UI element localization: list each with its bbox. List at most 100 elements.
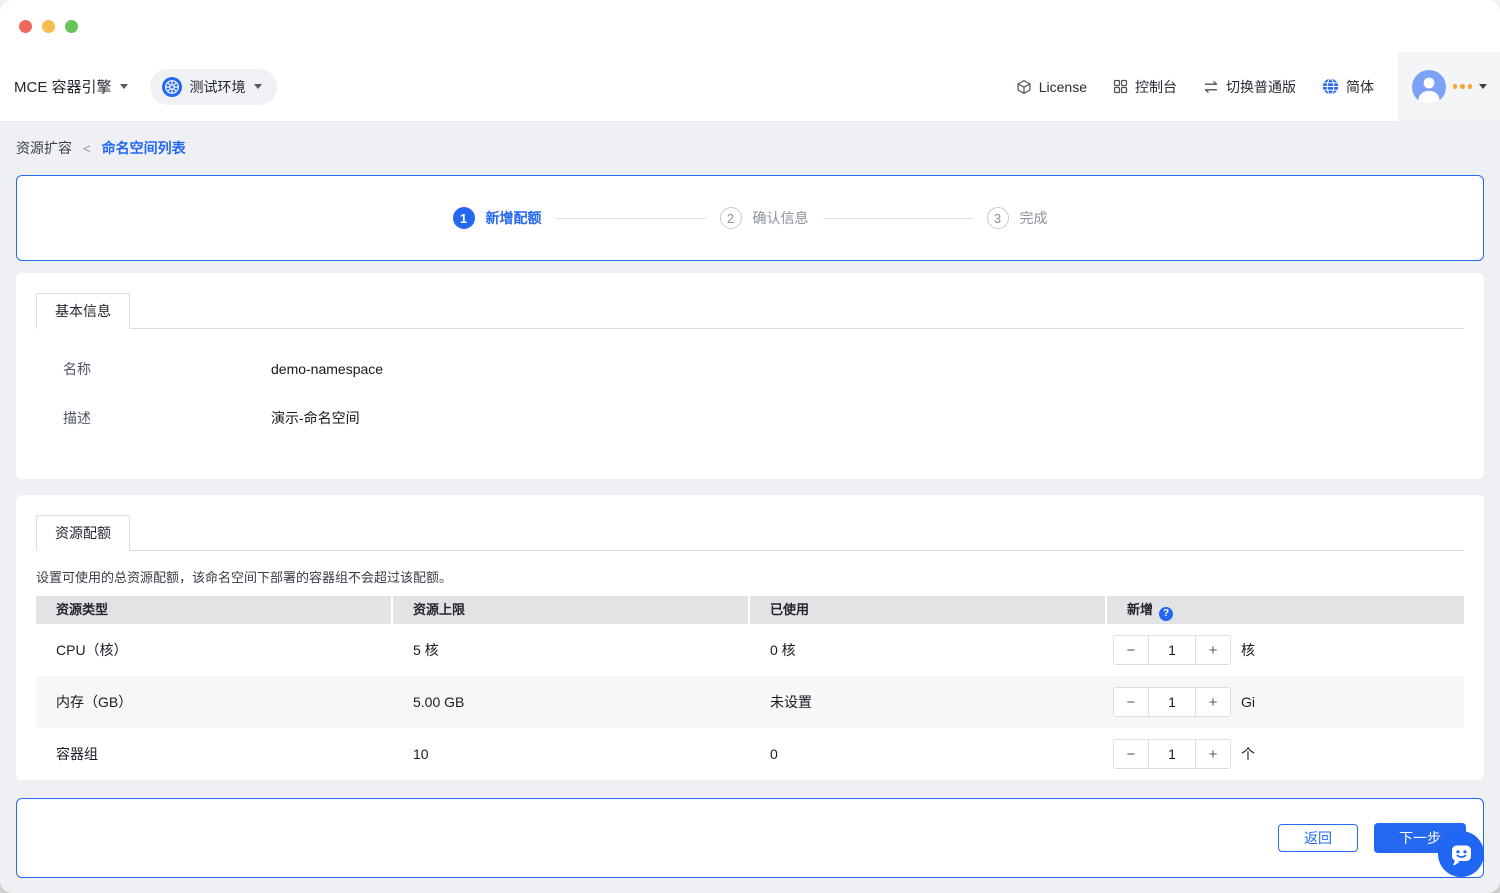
tab-resource-quota[interactable]: 资源配额 [36, 515, 130, 551]
environment-selector[interactable]: 测试环境 [149, 68, 277, 105]
memory-unit: Gi [1241, 694, 1255, 710]
field-description: 描述 演示-命名空间 [36, 408, 1464, 428]
basic-info-fields: 名称 demo-namespace 描述 演示-命名空间 [36, 329, 1464, 469]
language-label: 简体 [1346, 78, 1374, 95]
plus-icon[interactable]: + [1196, 740, 1230, 768]
step-1-add-quota: 1 新增配额 [452, 207, 542, 229]
titlebar [0, 0, 1500, 52]
step-1-number: 1 [452, 207, 475, 229]
tab-basic-info[interactable]: 基本信息 [36, 293, 130, 329]
stepper-panel: 1 新增配额 2 确认信息 3 完成 [16, 175, 1484, 261]
step-2-number: 2 [719, 207, 742, 229]
license-link[interactable]: License [1016, 79, 1087, 95]
language-switcher[interactable]: 简体 [1322, 77, 1374, 97]
stepper: 1 新增配额 2 确认信息 3 完成 [452, 207, 1048, 229]
step-3-label: 完成 [1019, 210, 1048, 226]
memory-quantity-stepper: − + [1113, 687, 1231, 717]
step-3-done: 3 完成 [986, 207, 1048, 229]
pods-add-input[interactable] [1148, 740, 1196, 768]
header-resource-limit: 资源上限 [393, 596, 750, 624]
pods-limit: 10 [413, 746, 429, 762]
chevron-down-icon [119, 84, 128, 89]
close-window-icon[interactable] [19, 19, 32, 33]
memory-limit: 5.00 GB [413, 694, 465, 710]
breadcrumb: 资源扩容 < 命名空间列表 [16, 138, 1484, 158]
chevron-down-icon [253, 84, 262, 89]
switch-edition-link[interactable]: 切换普通版 [1203, 77, 1296, 97]
swap-arrows-icon [1203, 79, 1219, 95]
field-name: 名称 demo-namespace [36, 359, 1464, 379]
breadcrumb-current: 资源扩容 [16, 140, 72, 156]
cpu-unit: 核 [1241, 642, 1255, 658]
table-row-memory: 内存（GB） 5.00 GB 未设置 − + Gi [36, 676, 1464, 728]
chevron-down-icon [1479, 84, 1488, 89]
quota-table-header: 资源类型 资源上限 已使用 新增? [36, 596, 1464, 624]
field-description-value: 演示-命名空间 [271, 410, 360, 426]
field-name-label: 名称 [63, 361, 91, 377]
switch-edition-label: 切换普通版 [1226, 78, 1296, 95]
cpu-used: 0 核 [770, 642, 796, 658]
header-used: 已使用 [750, 596, 1107, 624]
plus-icon[interactable]: + [1196, 688, 1230, 716]
product-title: MCE 容器引擎 [14, 79, 112, 96]
pods-type: 容器组 [56, 746, 98, 762]
breadcrumb-link-namespace-list[interactable]: 命名空间列表 [102, 138, 186, 158]
kubernetes-wheel-icon [161, 76, 182, 97]
product-switcher[interactable]: MCE 容器引擎 [14, 76, 128, 97]
step-3-number: 3 [986, 207, 1009, 229]
footer-action-bar: 返回 下一步 [16, 798, 1484, 878]
memory-type: 内存（GB） [56, 694, 133, 710]
step-connector [822, 217, 973, 219]
step-2-confirm-info: 2 确认信息 [719, 207, 809, 229]
minus-icon[interactable]: − [1114, 740, 1148, 768]
quota-table: 资源类型 资源上限 已使用 新增? CPU（核） 5 核 0 核 − 1 + 核… [36, 596, 1464, 780]
quota-description: 设置可使用的总资源配额，该命名空间下部署的容器组不会超过该配额。 [36, 570, 453, 585]
header-nav: License 控制台 切换普通版 简体 [1016, 77, 1398, 97]
minus-icon[interactable]: − [1114, 636, 1148, 664]
avatar [1411, 69, 1446, 104]
step-1-label: 新增配额 [485, 210, 542, 226]
plus-icon[interactable]: + [1196, 636, 1230, 664]
header-resource-type: 资源类型 [36, 596, 393, 624]
step-connector [555, 217, 706, 219]
table-row-pods: 容器组 10 0 − + 个 [36, 728, 1464, 780]
field-name-value: demo-namespace [271, 361, 384, 377]
step-2-label: 确认信息 [752, 210, 809, 226]
chat-support-button[interactable] [1438, 831, 1484, 877]
basic-info-card: 基本信息 名称 demo-namespace 描述 演示-命名空间 [16, 273, 1484, 479]
environment-label: 测试环境 [189, 78, 246, 95]
field-description-label: 描述 [63, 410, 91, 426]
cube-icon [1016, 79, 1032, 95]
header-add: 新增? [1107, 596, 1464, 624]
cpu-add-input[interactable] [1148, 636, 1196, 664]
basic-info-tabrow: 基本信息 [36, 293, 1464, 329]
resource-quota-tabrow: 资源配额 [36, 515, 1464, 551]
account-menu[interactable] [1398, 52, 1500, 121]
minimize-window-icon[interactable] [42, 19, 55, 33]
cpu-type: CPU（核） [56, 642, 128, 658]
app-window: MCE 容器引擎 测试环境 License 控制台 切换普通版 简体 资源扩容 … [0, 0, 1500, 893]
pods-unit: 个 [1241, 746, 1255, 762]
page-content: 资源扩容 < 命名空间列表 1 新增配额 2 确认信息 3 完成 基本信息 名称… [0, 122, 1500, 878]
help-icon[interactable]: ? [1159, 607, 1174, 621]
header-add-label: 新增 [1127, 602, 1154, 617]
resource-quota-card: 资源配额 设置可使用的总资源配额，该命名空间下部署的容器组不会超过该配额。 资源… [16, 495, 1484, 780]
license-label: License [1038, 78, 1087, 95]
memory-add-cell: − + Gi [1107, 687, 1464, 717]
pods-used: 0 [770, 746, 778, 762]
console-link[interactable]: 控制台 [1113, 77, 1177, 97]
grid-apps-icon [1113, 79, 1128, 94]
back-button[interactable]: 返回 [1278, 824, 1358, 852]
app-header: MCE 容器引擎 测试环境 License 控制台 切换普通版 简体 [0, 52, 1500, 122]
maximize-window-icon[interactable] [65, 19, 78, 33]
pods-add-cell: − + 个 [1107, 739, 1464, 769]
minus-icon[interactable]: − [1114, 688, 1148, 716]
pods-quantity-stepper: − + [1113, 739, 1231, 769]
cpu-limit: 5 核 [413, 642, 439, 658]
breadcrumb-separator: < [83, 140, 91, 156]
cpu-add-cell: − + 核 [1107, 635, 1464, 665]
memory-add-input[interactable] [1148, 688, 1196, 716]
globe-icon [1322, 78, 1339, 95]
console-label: 控制台 [1135, 78, 1177, 95]
more-dots-icon [1452, 84, 1473, 89]
